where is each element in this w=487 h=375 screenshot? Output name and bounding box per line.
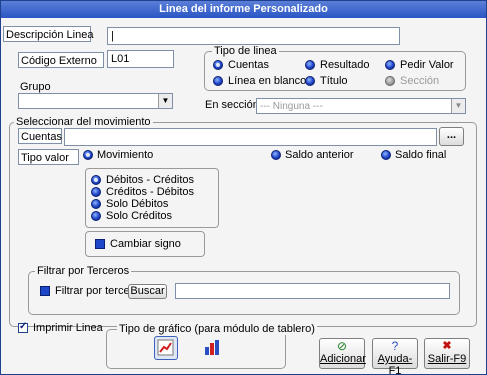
grupo-select[interactable]: ▼ xyxy=(18,93,173,109)
window-title: Linea del informe Personalizado xyxy=(1,1,486,18)
browse-cuentas-button[interactable]: ... xyxy=(439,127,464,146)
buscar-button[interactable]: Buscar xyxy=(128,284,167,299)
radio-saldo-final[interactable] xyxy=(381,150,391,160)
salir-button-label: Salir-F9 xyxy=(427,353,467,365)
tipo-linea-title: Tipo de linea xyxy=(212,45,279,57)
dialog-body: Descripción Linea | Código Externo L01 G… xyxy=(1,18,486,374)
radio-debitos-creditos-label: Débitos - Créditos xyxy=(106,174,195,186)
filtrar-terceros-checkbox[interactable] xyxy=(40,286,50,296)
radio-seccion-label: Sección xyxy=(400,75,440,87)
tipo-grafico-group xyxy=(106,329,286,369)
chevron-down-icon[interactable]: ▼ xyxy=(158,94,172,108)
radio-titulo[interactable] xyxy=(305,76,315,86)
cuentas-label: Cuentas xyxy=(18,128,62,144)
grupo-label: Grupo xyxy=(20,81,51,93)
adicionar-button-label: Adicionar xyxy=(320,353,366,365)
ayuda-button[interactable]: ? Ayuda-F1 xyxy=(372,338,418,374)
radio-titulo-label: Título xyxy=(320,75,348,87)
bar-chart-type-button[interactable] xyxy=(200,336,224,360)
en-seccion-select[interactable]: --- Ninguna --- ▼ xyxy=(256,98,466,114)
codigo-externo-label: Código Externo xyxy=(18,52,104,68)
chevron-down-icon[interactable]: ▼ xyxy=(451,99,465,113)
en-seccion-value: --- Ninguna --- xyxy=(260,101,323,112)
radio-pedir-valor[interactable] xyxy=(385,60,395,70)
radio-seccion[interactable] xyxy=(385,76,395,86)
filtrar-terceros-title: Filtrar por Terceros xyxy=(35,265,132,277)
radio-linea-blanco-label: Línea en blanco xyxy=(228,75,307,87)
radio-saldo-anterior[interactable] xyxy=(271,150,281,160)
radio-resultado[interactable] xyxy=(305,60,315,70)
radio-solo-creditos[interactable] xyxy=(91,211,101,221)
codigo-externo-input[interactable]: L01 xyxy=(107,50,174,68)
radio-saldo-final-label: Saldo final xyxy=(395,149,447,161)
radio-solo-debitos-label: Solo Débitos xyxy=(106,198,169,210)
salir-button[interactable]: ✖ Salir-F9 xyxy=(424,338,470,369)
radio-movimiento-label: Movimiento xyxy=(97,149,154,161)
checkmark-icon: ⊘ xyxy=(336,339,348,353)
radio-debitos-creditos[interactable] xyxy=(91,175,101,185)
radio-resultado-label: Resultado xyxy=(320,59,370,71)
radio-creditos-debitos[interactable] xyxy=(91,187,101,197)
radio-cuentas-label: Cuentas xyxy=(228,59,269,71)
radio-saldo-anterior-label: Saldo anterior xyxy=(285,149,354,161)
cambiar-signo-checkbox[interactable] xyxy=(95,239,105,249)
ayuda-button-label: Ayuda-F1 xyxy=(377,353,413,375)
radio-cuentas[interactable] xyxy=(213,60,223,70)
tipo-grafico-title: Tipo de gráfico (para módulo de tablero) xyxy=(117,323,317,335)
help-icon: ? xyxy=(391,339,399,353)
cuentas-input[interactable] xyxy=(64,128,437,146)
radio-pedir-valor-label: Pedir Valor xyxy=(400,59,454,71)
adicionar-button[interactable]: ⊘ Adicionar xyxy=(319,338,366,369)
terceros-input[interactable] xyxy=(175,283,450,299)
cambiar-signo-label: Cambiar signo xyxy=(110,238,181,250)
radio-solo-creditos-label: Solo Créditos xyxy=(106,210,173,222)
line-chart-type-button[interactable] xyxy=(154,336,178,360)
en-seccion-label: En sección xyxy=(205,99,259,111)
seleccionar-movimiento-title: Seleccionar del movimiento xyxy=(14,116,153,128)
radio-linea-blanco[interactable] xyxy=(213,76,223,86)
descripcion-label: Descripción Linea xyxy=(3,26,93,42)
tipo-valor-label: Tipo valor xyxy=(18,149,79,165)
radio-solo-debitos[interactable] xyxy=(91,199,101,209)
imprimir-linea-label: Imprimir Linea xyxy=(33,322,103,334)
line-chart-icon xyxy=(157,339,174,356)
bar-chart-icon xyxy=(205,340,219,355)
radio-creditos-debitos-label: Créditos - Débitos xyxy=(106,186,195,198)
report-line-dialog: Linea del informe Personalizado Descripc… xyxy=(0,0,487,375)
imprimir-linea-checkbox[interactable] xyxy=(18,321,28,333)
exit-icon: ✖ xyxy=(442,340,452,352)
radio-movimiento[interactable] xyxy=(83,150,93,160)
descripcion-input[interactable]: | xyxy=(107,27,400,45)
